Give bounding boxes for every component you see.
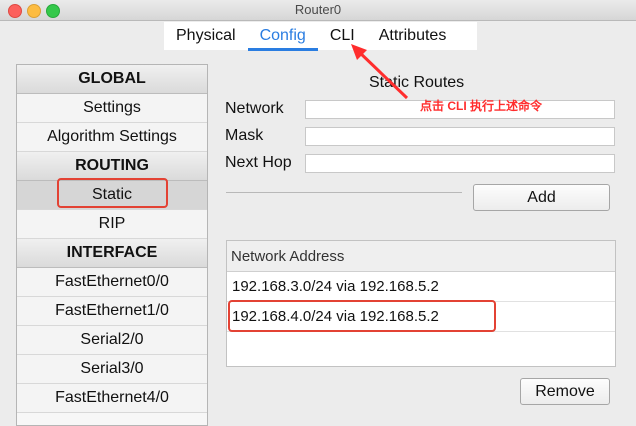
sidebar-item-fastethernet0-0[interactable]: FastEthernet0/0 — [17, 268, 207, 297]
add-route-button[interactable]: Add — [473, 184, 610, 211]
window-title: Router0 — [294, 2, 342, 17]
sidebar-header-interface: INTERFACE — [17, 239, 207, 268]
active-tab-indicator — [247, 48, 318, 51]
tab-physical[interactable]: Physical — [164, 27, 248, 45]
sidebar-item-settings[interactable]: Settings — [17, 94, 207, 123]
sidebar-item-fastethernet1-0[interactable]: FastEthernet1/0 — [17, 297, 207, 326]
remove-route-button[interactable]: Remove — [520, 378, 610, 405]
annotation-arrow-icon — [351, 44, 409, 100]
next-hop-input[interactable] — [305, 154, 615, 173]
tab-bar: Physical Config CLI Attributes — [164, 22, 477, 51]
config-sidebar: GLOBAL Settings Algorithm Settings ROUTI… — [16, 64, 208, 426]
sidebar-item-algorithm-settings[interactable]: Algorithm Settings — [17, 123, 207, 152]
sidebar-item-static[interactable]: Static — [17, 178, 207, 210]
route-row-highlighted[interactable]: 192.168.4.0/24 via 192.168.5.2 — [227, 300, 615, 332]
route-list[interactable]: Network Address 192.168.3.0/24 via 192.1… — [226, 240, 616, 367]
form-separator — [226, 192, 462, 193]
sidebar-item-rip[interactable]: RIP — [17, 210, 207, 239]
next-hop-label: Next Hop — [225, 154, 292, 171]
network-label: Network — [225, 100, 284, 117]
sidebar-item-fastethernet4-0[interactable]: FastEthernet4/0 — [17, 384, 207, 413]
sidebar-header-routing: ROUTING — [17, 152, 207, 181]
route-highlight-box — [228, 300, 496, 332]
mask-label: Mask — [225, 127, 264, 144]
sidebar-item-serial2-0[interactable]: Serial2/0 — [17, 326, 207, 355]
annotation-text: 点击 CLI 执行上述命令 — [420, 99, 542, 113]
static-highlight-box — [57, 178, 168, 208]
mask-input[interactable] — [305, 127, 615, 146]
route-row[interactable]: 192.168.3.0/24 via 192.168.5.2 — [227, 272, 615, 302]
route-list-header: Network Address — [227, 241, 615, 272]
window-titlebar: Router0 — [0, 0, 636, 21]
tab-config[interactable]: Config — [247, 27, 318, 51]
sidebar-header-global: GLOBAL — [17, 65, 207, 94]
tab-config-label: Config — [259, 27, 306, 44]
sidebar-item-serial3-0[interactable]: Serial3/0 — [17, 355, 207, 384]
